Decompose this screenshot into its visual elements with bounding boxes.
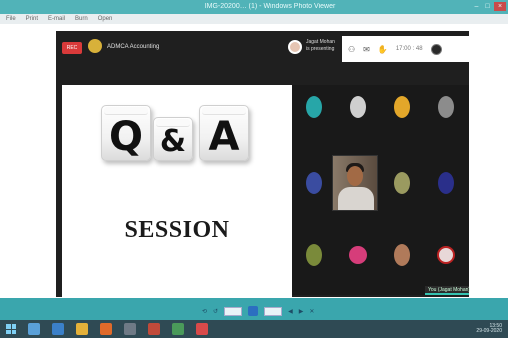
- edge-icon[interactable]: [52, 323, 64, 335]
- window-controls: – □ ×: [472, 2, 506, 11]
- zoom-field[interactable]: [224, 306, 243, 316]
- avatar: [350, 96, 366, 118]
- die-ampersand: &: [153, 117, 193, 161]
- avatar: [394, 172, 410, 194]
- start-button[interactable]: [6, 324, 16, 334]
- tray-date: 29-09-2020: [476, 328, 502, 334]
- participant-tile[interactable]: [382, 235, 422, 275]
- participant-tile[interactable]: [382, 87, 422, 127]
- presenter-info: Jagat Mohan is presenting: [306, 39, 342, 53]
- participant-grid: You (Jagat Mohan): [292, 85, 470, 295]
- rotate-ccw-icon[interactable]: ↺: [213, 308, 218, 315]
- die-letter: A: [208, 114, 240, 160]
- file-explorer-icon[interactable]: [28, 323, 40, 335]
- window-title: IMG-20200… (1) - Windows Photo Viewer: [204, 3, 336, 10]
- meeting-window: REC ADMCA Accounting Jagat Mohan is pres…: [56, 31, 470, 298]
- presenter-status: is presenting: [306, 46, 335, 52]
- next-field[interactable]: [264, 306, 283, 316]
- die-a: A: [199, 105, 249, 161]
- participant-tile[interactable]: [294, 235, 334, 275]
- meeting-name: ADMCA Accounting: [107, 44, 160, 50]
- chrome-icon[interactable]: [76, 323, 88, 335]
- slideshow-button[interactable]: [248, 306, 259, 316]
- system-tray-clock[interactable]: 13:50 29-09-2020: [476, 324, 502, 334]
- die-letter: Q: [108, 114, 143, 160]
- participant-tile[interactable]: [426, 87, 466, 127]
- minimize-button[interactable]: –: [472, 2, 481, 11]
- self-view-label: You (Jagat Mohan): [425, 286, 470, 295]
- avatar: [394, 96, 410, 118]
- raise-hand-icon[interactable]: ✋: [378, 45, 388, 54]
- avatar: [437, 246, 455, 264]
- avatar: [306, 172, 322, 194]
- delete-icon[interactable]: ✕: [309, 308, 314, 315]
- meeting-clock: 17:00 : 48: [395, 46, 423, 52]
- photos-icon[interactable]: [172, 323, 184, 335]
- menu-bar: File Print E-mail Burn Open: [0, 14, 508, 24]
- avatar: [438, 172, 454, 194]
- participant-video[interactable]: [332, 155, 378, 211]
- viewer-toolbar: ⟲ ↺ ◀ ▶ ✕: [194, 304, 344, 318]
- office-icon[interactable]: [148, 323, 160, 335]
- shared-slide: Q & A SESSION: [62, 85, 292, 298]
- menu-item-print[interactable]: Print: [26, 16, 38, 22]
- participant-tile[interactable]: [426, 163, 466, 203]
- previous-icon[interactable]: ◀: [288, 308, 293, 315]
- window-titlebar: IMG-20200… (1) - Windows Photo Viewer – …: [0, 0, 508, 14]
- avatar: [394, 244, 410, 266]
- recording-badge: REC: [62, 42, 82, 54]
- slide-caption: SESSION: [124, 217, 230, 243]
- meeting-avatar: [88, 39, 102, 53]
- next-icon[interactable]: ▶: [299, 308, 304, 315]
- menu-item-open[interactable]: Open: [98, 16, 113, 22]
- avatar: [306, 96, 322, 118]
- avatar: [306, 244, 322, 266]
- participant-tile[interactable]: [382, 163, 422, 203]
- media-icon[interactable]: [196, 323, 208, 335]
- close-button[interactable]: ×: [494, 2, 506, 11]
- die-letter: &: [159, 124, 187, 159]
- participant-tile[interactable]: [294, 87, 334, 127]
- participants-icon[interactable]: ⚇: [348, 45, 355, 54]
- rotate-left-icon[interactable]: ⟲: [202, 308, 207, 315]
- participant-tile[interactable]: [426, 235, 466, 275]
- die-q: Q: [101, 105, 151, 161]
- menu-item-burn[interactable]: Burn: [75, 16, 88, 22]
- presenter-avatar: [288, 40, 302, 54]
- presenter-name: Jagat Mohan: [306, 39, 335, 45]
- menu-item-email[interactable]: E-mail: [48, 16, 65, 22]
- store-icon[interactable]: [124, 323, 136, 335]
- participant-tile[interactable]: [338, 87, 378, 127]
- meeting-toolbar: ⚇ ✉ ✋ 17:00 : 48: [342, 36, 469, 62]
- maximize-button[interactable]: □: [483, 2, 492, 11]
- taskbar: 13:50 29-09-2020: [0, 320, 508, 338]
- participant-tile[interactable]: [338, 235, 378, 275]
- chat-icon[interactable]: ✉: [363, 45, 370, 54]
- participant-tile[interactable]: [294, 163, 334, 203]
- menu-item-file[interactable]: File: [6, 16, 16, 22]
- avatar: [438, 96, 454, 118]
- avatar: [349, 246, 367, 264]
- user-avatar[interactable]: [430, 43, 442, 55]
- meeting-header: REC ADMCA Accounting Jagat Mohan is pres…: [56, 31, 469, 71]
- firefox-icon[interactable]: [100, 323, 112, 335]
